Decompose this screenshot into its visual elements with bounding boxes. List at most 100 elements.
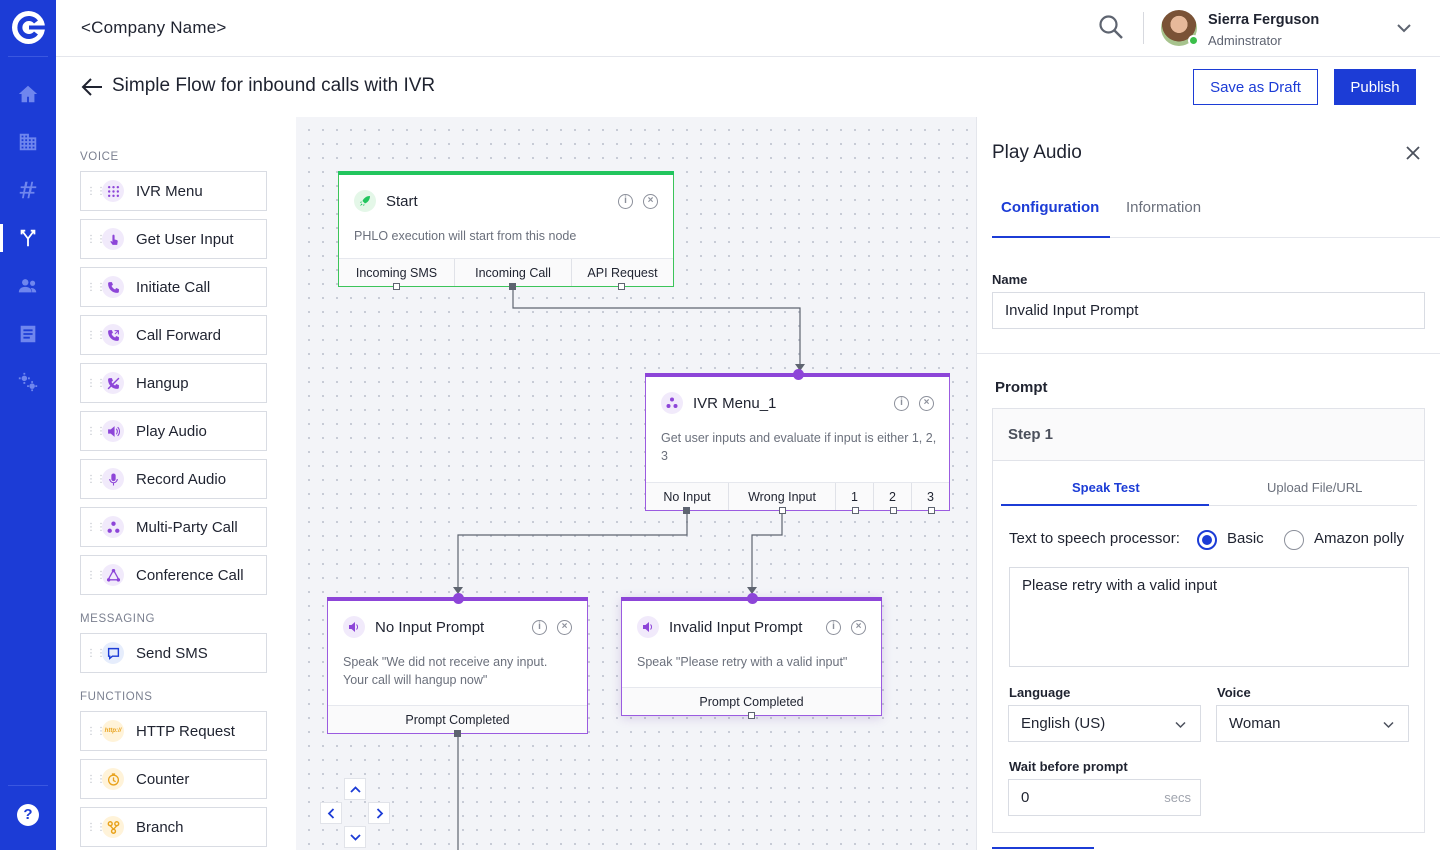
drag-handle-icon[interactable]: ⋮⋮ [86, 426, 106, 436]
pan-down-button[interactable] [344, 826, 366, 848]
drag-handle-icon[interactable]: ⋮⋮ [86, 774, 106, 784]
palette-item-send-sms[interactable]: ⋮⋮ Send SMS [80, 633, 267, 673]
drag-handle-icon[interactable]: ⋮⋮ [86, 726, 106, 736]
palette-item-play-audio[interactable]: ⋮⋮ Play Audio [80, 411, 267, 451]
language-select[interactable]: English (US) [1008, 705, 1201, 742]
ivr-menu-node[interactable]: IVR Menu_1 i × Get user inputs and evalua… [645, 369, 950, 514]
drag-handle-icon[interactable]: ⋮⋮ [86, 378, 106, 388]
tab-speak-test[interactable]: Speak Test [1072, 480, 1140, 495]
port-1[interactable]: 1 [836, 483, 874, 514]
drag-handle-icon[interactable]: ⋮⋮ [86, 648, 106, 658]
prompt-text-area[interactable]: Please retry with a valid input [1009, 567, 1409, 667]
port-no-input[interactable]: No Input [646, 483, 729, 514]
home-icon[interactable] [0, 74, 56, 114]
input-handle[interactable] [793, 369, 804, 380]
radio-basic[interactable] [1197, 530, 1217, 550]
chevron-down-icon[interactable] [1396, 20, 1412, 36]
palette-item-record-audio[interactable]: ⋮⋮ Record Audio [80, 459, 267, 499]
tab-information[interactable]: Information [1126, 199, 1201, 216]
flow-canvas[interactable]: Start i × PHLO execution will start from … [296, 117, 976, 850]
palette-item-ivr-menu[interactable]: ⋮⋮ IVR Menu [80, 171, 267, 211]
settings-gears-icon[interactable] [0, 362, 56, 402]
node-ports: Prompt Completed [328, 705, 587, 737]
port-3[interactable]: 3 [912, 483, 949, 514]
port-2[interactable]: 2 [874, 483, 912, 514]
palette-item-conference-call[interactable]: ⋮⋮ Conference Call [80, 555, 267, 595]
back-arrow-icon[interactable] [81, 77, 103, 97]
port-handle[interactable] [393, 283, 400, 290]
no-input-prompt-node[interactable]: No Input Prompt i × Speak "We did not rec… [327, 593, 588, 737]
close-icon[interactable]: × [851, 620, 866, 635]
company-name: <Company Name> [81, 18, 227, 37]
port-handle[interactable] [748, 712, 755, 719]
prompt-label: Prompt [995, 379, 1048, 396]
close-icon[interactable]: × [557, 620, 572, 635]
voice-select[interactable]: Woman [1216, 705, 1409, 742]
rocket-icon [354, 190, 376, 212]
hash-icon[interactable] [0, 170, 56, 210]
port-handle[interactable] [618, 283, 625, 290]
company-logo[interactable] [12, 11, 45, 44]
drag-handle-icon[interactable]: ⋮⋮ [86, 570, 106, 580]
info-icon[interactable]: i [894, 396, 909, 411]
input-handle[interactable] [747, 593, 758, 604]
radio-amazon-polly[interactable] [1284, 530, 1304, 550]
step-title: Step 1 [993, 409, 1424, 461]
palette-item-http-request[interactable]: ⋮⋮ http:// HTTP Request [80, 711, 267, 751]
pan-right-button[interactable] [368, 802, 390, 824]
palette-item-initiate-call[interactable]: ⋮⋮ Initiate Call [80, 267, 267, 307]
close-icon[interactable]: × [919, 396, 934, 411]
palette-item-hangup[interactable]: ⋮⋮ Hangup [80, 363, 267, 403]
start-node[interactable]: Start i × PHLO execution will start from … [338, 171, 674, 290]
port-handle[interactable] [779, 507, 786, 514]
palette-item-counter[interactable]: ⋮⋮ Counter [80, 759, 267, 799]
port-handle[interactable] [890, 507, 897, 514]
palette-item-get-user-input[interactable]: ⋮⋮ Get User Input [80, 219, 267, 259]
pan-left-button[interactable] [320, 802, 342, 824]
drag-handle-icon[interactable]: ⋮⋮ [86, 474, 106, 484]
drag-handle-icon[interactable]: ⋮⋮ [86, 234, 106, 244]
info-icon[interactable]: i [532, 620, 547, 635]
port-handle[interactable] [509, 283, 516, 290]
invalid-input-prompt-node[interactable]: Invalid Input Prompt i × Speak "Please re… [621, 593, 882, 719]
drag-handle-icon[interactable]: ⋮⋮ [86, 522, 106, 532]
users-icon[interactable] [0, 266, 56, 306]
building-icon[interactable] [0, 122, 56, 162]
flow-branch-icon[interactable] [0, 218, 56, 258]
search-icon[interactable] [1098, 14, 1124, 40]
input-handle[interactable] [453, 593, 464, 604]
save-as-draft-button[interactable]: Save as Draft [1193, 69, 1318, 105]
port-handle[interactable] [454, 730, 461, 737]
info-icon[interactable]: i [618, 194, 633, 209]
active-tab-indicator [992, 236, 1110, 238]
help-icon[interactable]: ? [17, 804, 39, 826]
avatar[interactable] [1161, 10, 1199, 46]
palette-item-call-forward[interactable]: ⋮⋮ Call Forward [80, 315, 267, 355]
palette-item-multi-party-call[interactable]: ⋮⋮ Multi-Party Call [80, 507, 267, 547]
drag-handle-icon[interactable]: ⋮⋮ [86, 822, 106, 832]
tab-upload-file-url[interactable]: Upload File/URL [1267, 480, 1362, 495]
port-api-request[interactable]: API Request [572, 259, 673, 290]
port-handle[interactable] [928, 507, 935, 514]
port-wrong-input[interactable]: Wrong Input [729, 483, 836, 514]
port-handle[interactable] [683, 507, 690, 514]
pan-up-button[interactable] [344, 778, 366, 800]
drag-handle-icon[interactable]: ⋮⋮ [86, 186, 106, 196]
close-icon[interactable]: × [643, 194, 658, 209]
palette-item-branch[interactable]: ⋮⋮ Branch [80, 807, 267, 847]
close-icon[interactable] [1405, 145, 1421, 161]
document-icon[interactable] [0, 314, 56, 354]
name-input[interactable]: Invalid Input Prompt [992, 292, 1425, 329]
section-heading-voice: VOICE [80, 151, 119, 163]
port-incoming-sms[interactable]: Incoming SMS [339, 259, 455, 290]
port-handle[interactable] [852, 507, 859, 514]
publish-button[interactable]: Publish [1334, 69, 1416, 105]
drag-handle-icon[interactable]: ⋮⋮ [86, 330, 106, 340]
wait-before-prompt-input[interactable]: 0 secs [1008, 779, 1201, 816]
port-prompt-completed[interactable]: Prompt Completed [328, 706, 587, 737]
info-icon[interactable]: i [826, 620, 841, 635]
drag-handle-icon[interactable]: ⋮⋮ [86, 282, 106, 292]
port-incoming-call[interactable]: Incoming Call [455, 259, 572, 290]
tab-configuration[interactable]: Configuration [1001, 199, 1099, 216]
port-prompt-completed[interactable]: Prompt Completed [622, 688, 881, 719]
